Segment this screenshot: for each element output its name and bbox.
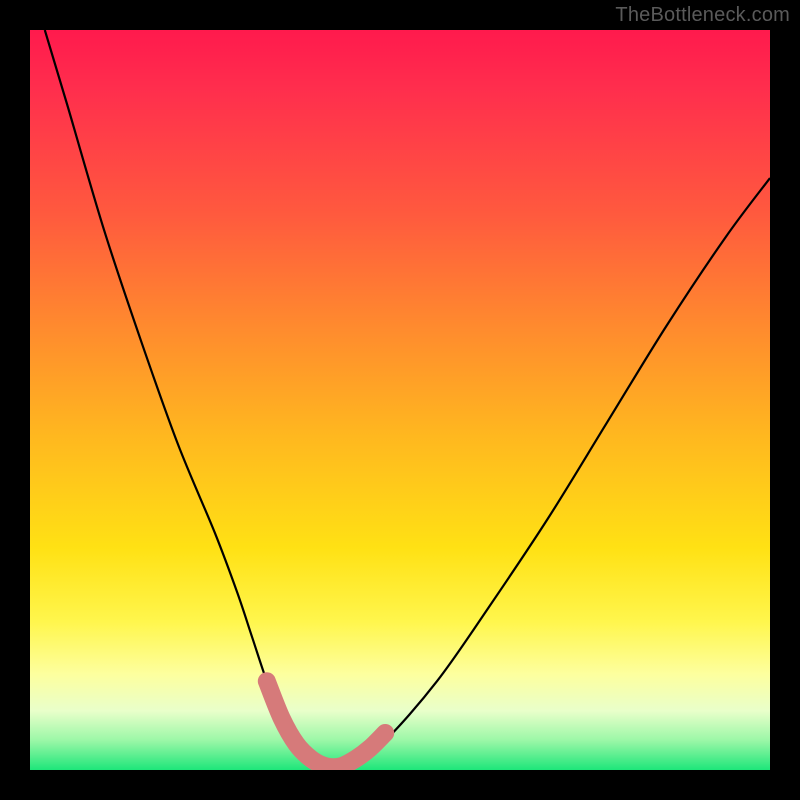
bottleneck-curve	[45, 30, 770, 767]
curve-layer	[30, 30, 770, 770]
watermark-text: TheBottleneck.com	[615, 4, 790, 27]
plot-area	[30, 30, 770, 770]
chart-frame: TheBottleneck.com	[0, 0, 800, 800]
trough-marker	[267, 681, 385, 767]
